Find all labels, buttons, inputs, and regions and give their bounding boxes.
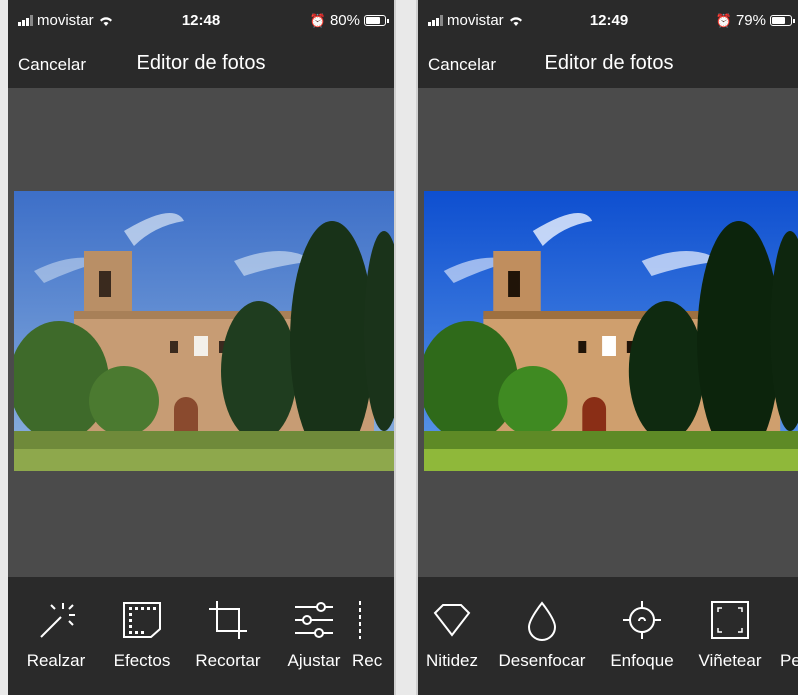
tool-label: Pe — [780, 651, 798, 670]
tool-label: Efectos — [113, 651, 171, 670]
nav-bar: Cancelar Editor de fotos — [418, 44, 798, 88]
nav-bar: Cancelar Editor de fotos — [8, 44, 394, 88]
crosshair-icon — [623, 601, 661, 639]
magic-wand-icon — [40, 603, 75, 638]
alarm-icon: ⏰ — [715, 12, 732, 28]
sliders-icon — [295, 602, 333, 638]
tool-partial[interactable]: Rec — [352, 599, 394, 671]
tool-effects[interactable]: Efectos — [100, 599, 184, 671]
battery-icon — [364, 15, 389, 26]
tool-label: Enfoque — [610, 651, 674, 670]
tool-label: Desenfocar — [498, 651, 586, 670]
tool-vignette[interactable]: Viñetear — [688, 599, 772, 671]
tool-label: Recortar — [195, 651, 261, 670]
battery-percent: 79% — [735, 12, 766, 29]
tool-enhance[interactable]: Realzar — [14, 599, 98, 671]
photo-preview — [424, 191, 798, 471]
tool-label: Nitidez — [426, 651, 478, 670]
tool-bar: Realzar Efectos Recortar Ajustar Rec — [8, 577, 394, 695]
photo-canvas — [418, 88, 798, 577]
alarm-icon: ⏰ — [309, 12, 326, 28]
status-bar: movistar 12:49 ⏰ 79% — [418, 0, 798, 44]
tool-label: Viñetear — [698, 651, 762, 670]
battery-group: ⏰ 80% — [309, 12, 389, 29]
left-phone-screen: movistar 12:48 ⏰ 80% Cancelar Editor de … — [8, 0, 396, 695]
tool-partial[interactable]: Pe — [774, 599, 798, 671]
tool-focus[interactable]: Enfoque — [600, 599, 684, 671]
film-frame-icon — [123, 602, 161, 638]
battery-icon — [770, 15, 795, 26]
vignette-icon — [711, 601, 749, 639]
tool-crop[interactable]: Recortar — [186, 599, 270, 671]
tool-adjust[interactable]: Ajustar — [272, 599, 356, 671]
tool-bar: Nitidez Desenfocar Enfoque Viñetear P — [418, 577, 798, 695]
page-title: Editor de fotos — [544, 52, 674, 74]
partial-tool-icon — [774, 599, 798, 641]
photo-preview — [14, 191, 394, 471]
battery-group: ⏰ 79% — [715, 12, 795, 29]
partial-tool-icon — [359, 601, 361, 639]
tool-sharpen[interactable]: Nitidez — [418, 599, 494, 671]
tool-label: Ajustar — [287, 651, 341, 670]
status-bar: movistar 12:48 ⏰ 80% — [8, 0, 394, 44]
drop-icon — [527, 601, 557, 641]
monastery-photo — [424, 191, 798, 471]
diamond-icon — [433, 604, 471, 637]
right-phone-screen: movistar 12:49 ⏰ 79% Cancelar Editor de … — [416, 0, 798, 695]
tool-label: Realzar — [26, 651, 86, 670]
battery-percent: 80% — [329, 12, 360, 29]
monastery-photo — [14, 191, 394, 471]
tool-blur[interactable]: Desenfocar — [494, 599, 590, 671]
page-title: Editor de fotos — [136, 52, 266, 74]
photo-canvas — [8, 88, 394, 577]
crop-icon — [209, 601, 247, 639]
tool-label: Rec — [352, 651, 383, 670]
